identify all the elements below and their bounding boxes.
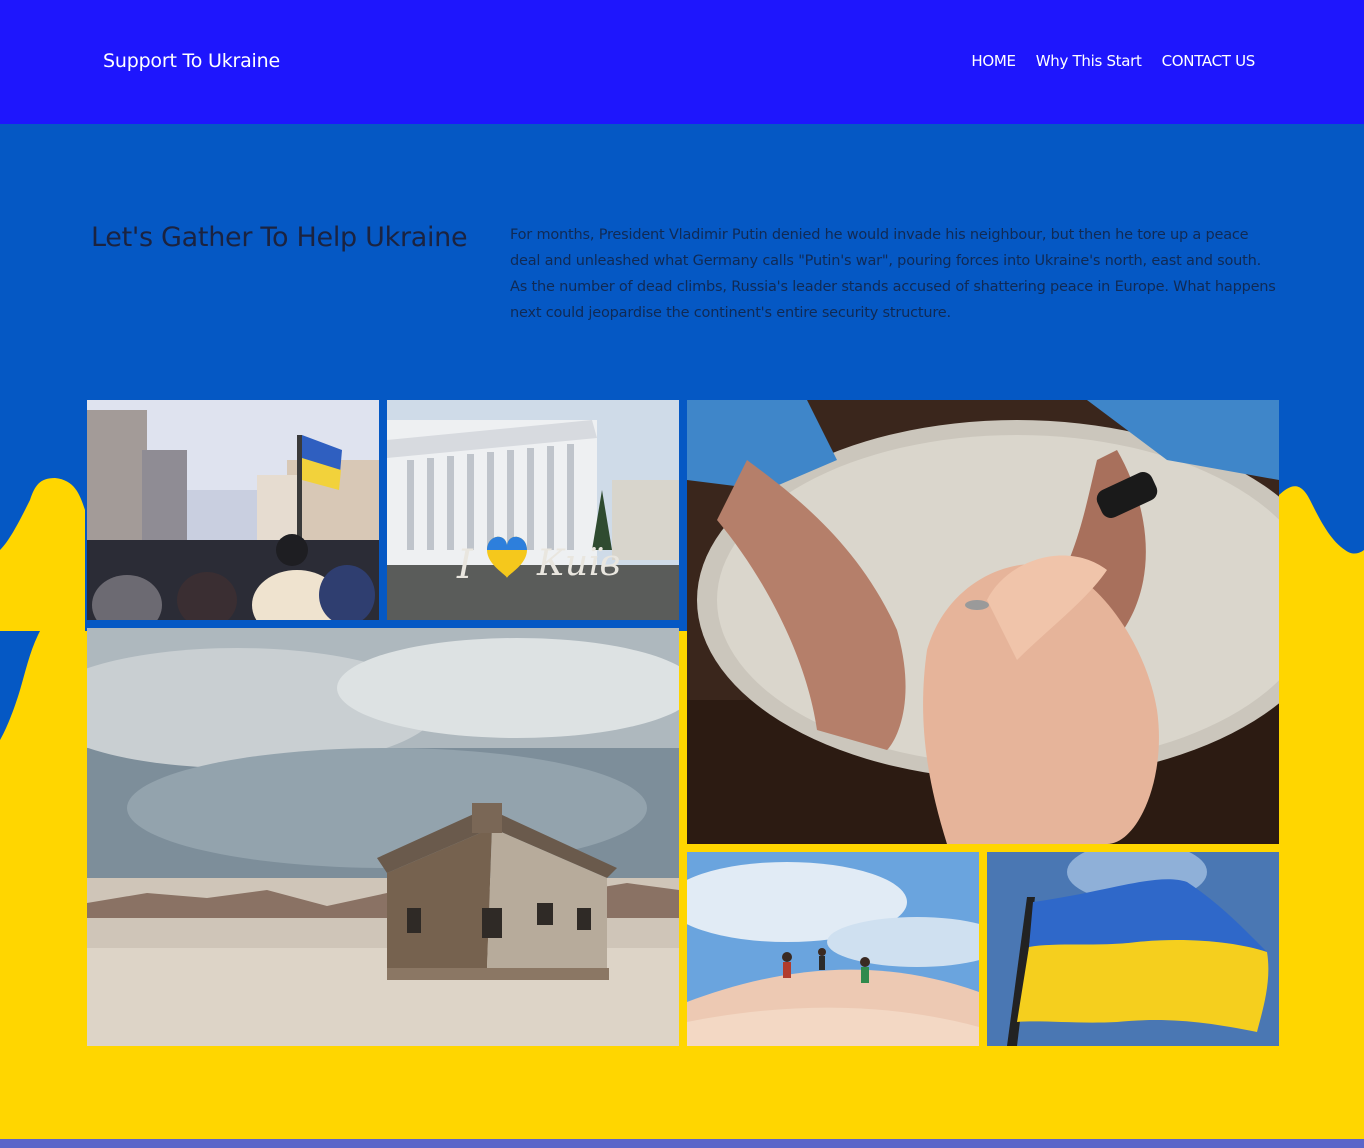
nav-home[interactable]: HOME <box>971 52 1016 70</box>
hero-description: For months, President Vladimir Putin den… <box>510 227 1276 321</box>
nav-why-this-start[interactable]: Why This Start <box>1036 52 1142 70</box>
svg-text:Київ: Київ <box>536 543 621 584</box>
wooden-house-image <box>87 628 679 1046</box>
site-header: Support To Ukraine HOME Why This Start C… <box>0 0 1364 124</box>
crowd-with-flag-image <box>87 400 379 620</box>
main-nav: HOME Why This Start CONTACT US <box>971 52 1255 70</box>
kyiv-building-image: I Київ <box>387 400 679 620</box>
holding-hands-image <box>687 400 1279 844</box>
nav-contact-us[interactable]: CONTACT US <box>1162 52 1256 70</box>
dune-runners-image <box>687 852 979 1046</box>
footer-strip <box>0 1139 1364 1148</box>
ukraine-flag-image <box>987 852 1279 1046</box>
brand-link[interactable]: Support To Ukraine <box>103 50 280 72</box>
svg-text:I: I <box>456 542 474 588</box>
hero-title: Let's Gather To Help Ukraine <box>91 222 468 253</box>
